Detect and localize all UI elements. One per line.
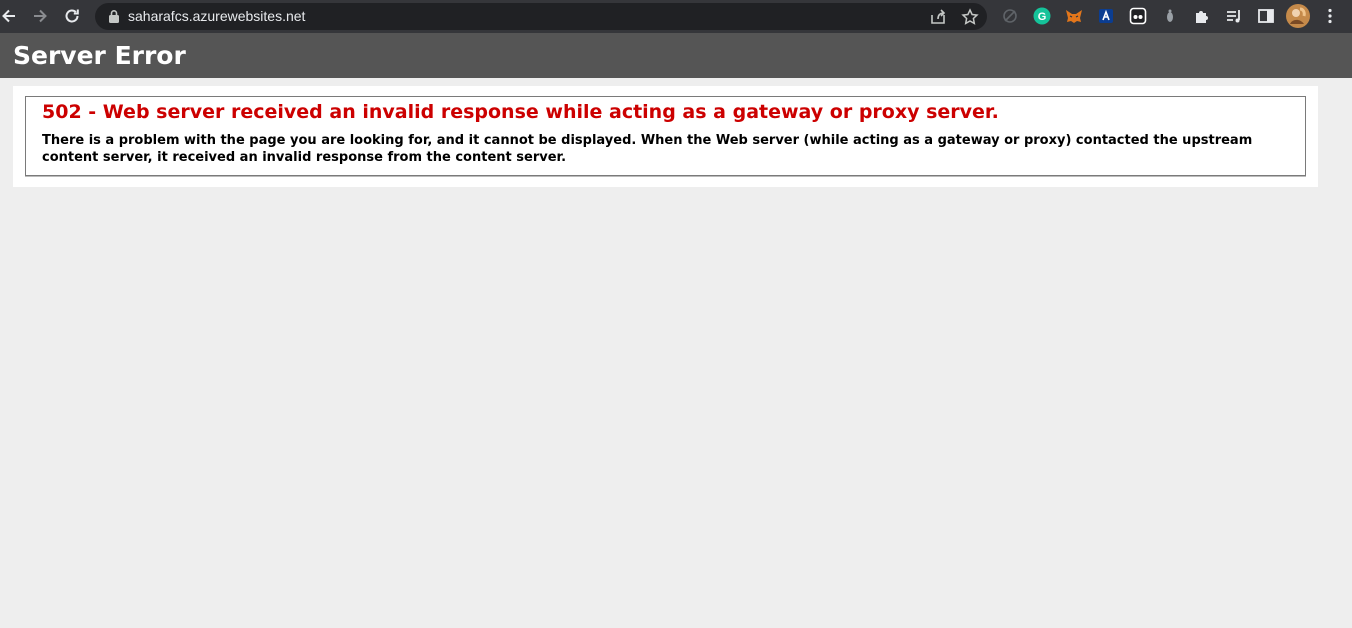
puzzle-extensions-icon[interactable]	[1192, 6, 1212, 26]
metamask-icon[interactable]	[1064, 6, 1084, 26]
reading-list-icon[interactable]	[1224, 6, 1244, 26]
profile-avatar-icon[interactable]	[1286, 4, 1310, 28]
star-icon[interactable]	[961, 8, 979, 26]
error-heading: 502 - Web server received an invalid res…	[42, 101, 999, 123]
browser-toolbar: saharafcs.azurewebsites.net G	[0, 0, 1352, 33]
url-text[interactable]: saharafcs.azurewebsites.net	[128, 8, 305, 25]
address-bar[interactable]: saharafcs.azurewebsites.net	[95, 3, 987, 30]
svg-text:G: G	[1038, 11, 1047, 23]
screen-recorder-icon[interactable]	[1128, 6, 1148, 26]
back-arrow-icon	[2, 9, 15, 23]
error-description: There is a problem with the page you are…	[42, 133, 1253, 165]
page-title: Server Error	[13, 41, 186, 70]
content-area: 502 - Web server received an invalid res…	[13, 86, 1318, 187]
disabled-extension-icon[interactable]	[1000, 6, 1020, 26]
reload-button[interactable]	[59, 4, 85, 28]
grammarly-icon[interactable]: G	[1032, 6, 1052, 26]
side-panel-icon[interactable]	[1256, 6, 1276, 26]
grey-extension-icon[interactable]	[1160, 6, 1180, 26]
share-icon[interactable]	[929, 8, 947, 26]
back-button[interactable]	[0, 4, 22, 28]
page-header: Server Error	[0, 33, 1352, 78]
lock-icon[interactable]	[107, 9, 121, 24]
forward-arrow-icon	[34, 9, 47, 23]
error-box: 502 - Web server received an invalid res…	[25, 96, 1306, 176]
blue-extension-icon[interactable]	[1096, 6, 1116, 26]
forward-button[interactable]	[27, 4, 53, 28]
menu-kebab-icon[interactable]	[1320, 6, 1340, 26]
reload-icon	[65, 9, 79, 23]
